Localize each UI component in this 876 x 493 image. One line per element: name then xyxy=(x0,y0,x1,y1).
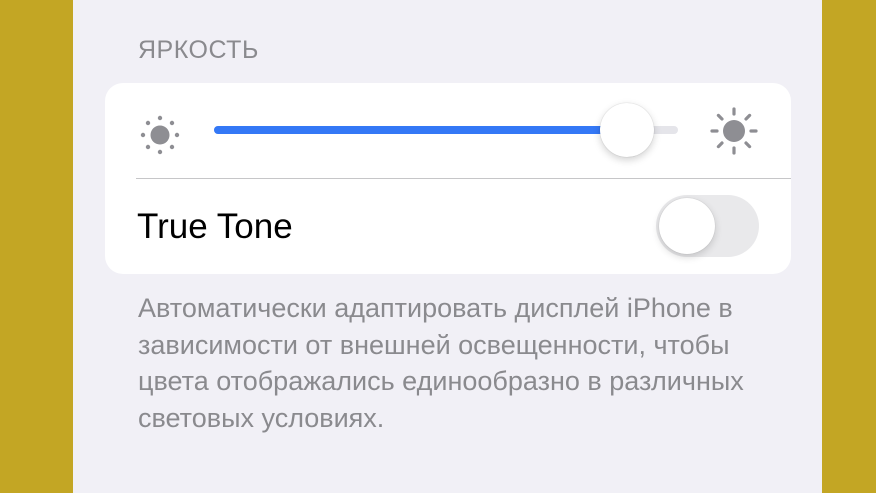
brightness-card: True Tone xyxy=(105,83,791,274)
sun-min-icon xyxy=(136,111,184,159)
true-tone-toggle[interactable] xyxy=(656,195,759,257)
true-tone-label: True Tone xyxy=(137,207,293,246)
sun-max-icon xyxy=(708,105,760,157)
brightness-slider-thumb[interactable] xyxy=(599,103,654,157)
brightness-slider-fill xyxy=(214,126,627,134)
settings-screen: ЯРКОСТЬ True Tone Автоматически адаптиро… xyxy=(73,0,822,493)
true-tone-description: Автоматически адаптировать дисплей iPhon… xyxy=(138,293,744,433)
true-tone-toggle-knob xyxy=(659,198,715,254)
row-divider xyxy=(136,178,791,179)
brightness-section-header: ЯРКОСТЬ xyxy=(138,36,259,64)
